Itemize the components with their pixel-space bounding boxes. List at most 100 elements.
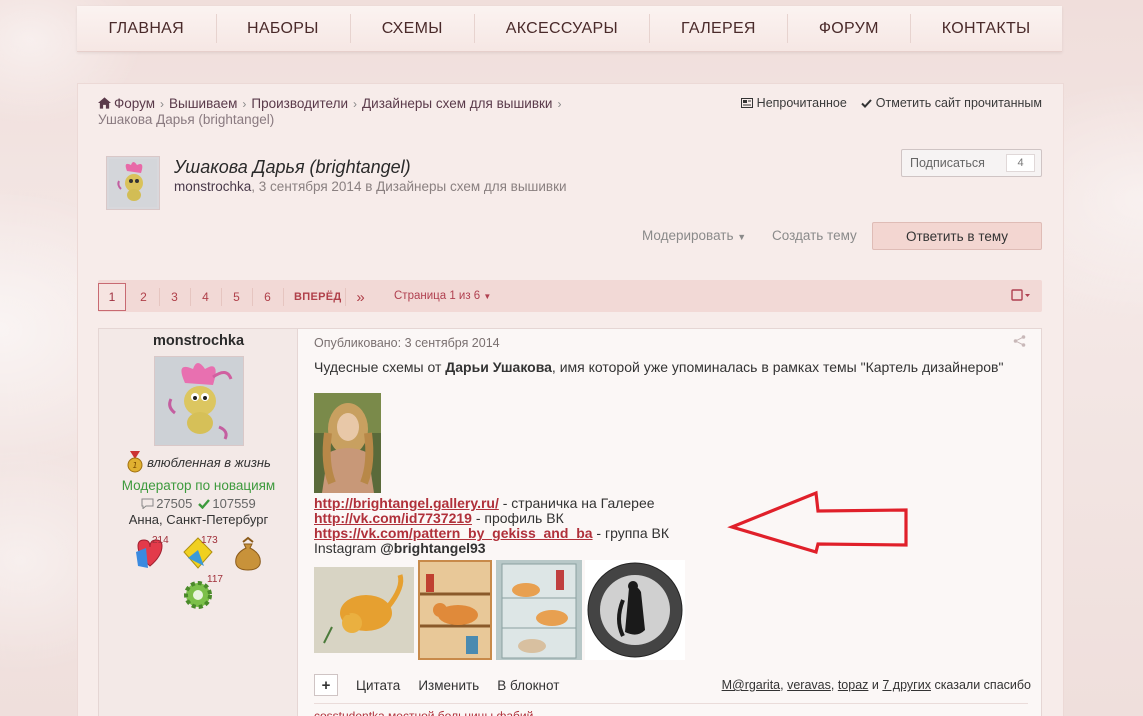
thanks-and: и	[871, 678, 879, 692]
designer-name: Дарьи Ушакова	[445, 359, 552, 375]
next-post-preview: cosstudentka местной больницы фабий	[314, 709, 534, 716]
user-stats: 27505 107559	[99, 496, 298, 511]
topic-meta: monstrochka, 3 сентября 2014 в Дизайнеры…	[174, 179, 567, 194]
caret-down-icon: ▼	[737, 232, 747, 242]
nav-item-schemes[interactable]: СХЕМЫ	[350, 6, 474, 51]
breadcrumb-designers[interactable]: Дизайнеры схем для вышивки	[362, 96, 552, 111]
page-jump-dropdown[interactable]: Страница 1 из 6 ▼	[394, 290, 491, 302]
page-info-label: Страница 1 из 6	[394, 290, 481, 302]
posts-stat: 27505	[141, 496, 192, 511]
home-icon	[98, 97, 111, 109]
mark-read-label: Отметить сайт прочитанным	[875, 96, 1042, 110]
money-bag-award-icon[interactable]	[230, 536, 266, 572]
subscribe-count: 4	[1006, 154, 1035, 172]
vk-group-link-desc: - группа ВК	[592, 525, 670, 541]
unread-link[interactable]: Непрочитанное	[740, 96, 847, 110]
last-page-button[interactable]: »	[347, 283, 374, 311]
gallery-link[interactable]: http://brightangel.gallery.ru/	[314, 495, 499, 511]
pattern-thumbnail-cats-shelves[interactable]	[418, 560, 492, 660]
unread-label: Непрочитанное	[756, 96, 847, 110]
page-separator	[190, 288, 191, 306]
reply-button[interactable]: Ответить в тему	[872, 222, 1042, 250]
thanks-user-link[interactable]: M@rgarita	[722, 678, 781, 692]
post-actions: + Цитата Изменить В блокнот	[314, 674, 559, 696]
breadcrumb-manufacturers[interactable]: Производители	[251, 96, 348, 111]
heart-award-count: 214	[152, 535, 169, 546]
page-separator	[283, 288, 284, 306]
share-icon[interactable]	[1013, 335, 1026, 351]
multi-select-button[interactable]	[1004, 284, 1038, 306]
subscribe-label: Подписаться	[910, 156, 985, 170]
nav-item-home[interactable]: ГЛАВНАЯ	[77, 6, 216, 51]
nav-item-forum[interactable]: ФОРУМ	[787, 6, 910, 51]
red-arrow-icon	[727, 490, 908, 554]
vk-profile-link[interactable]: http://vk.com/id7737219	[314, 510, 472, 526]
gear-award-count: 117	[207, 574, 223, 585]
moderate-dropdown[interactable]: Модерировать ▼	[642, 228, 746, 243]
instagram-handle: @brightangel93	[380, 540, 486, 556]
diamond-award-count: 173	[201, 535, 218, 546]
thanks-others-link[interactable]: 7 других	[882, 678, 931, 692]
rank-label: влюбленная в жизнь	[147, 454, 271, 470]
edit-button[interactable]: Изменить	[418, 678, 479, 693]
thanks-user-link[interactable]: veravas	[787, 678, 831, 692]
nav-item-contacts[interactable]: КОНТАКТЫ	[910, 6, 1062, 51]
topic-title: Ушакова Дарья (brightangel)	[174, 157, 411, 177]
chevron-right-icon: ›	[557, 97, 562, 111]
instagram-label: Instagram	[314, 540, 381, 556]
chevron-right-icon: ›	[353, 97, 358, 111]
newspaper-icon	[740, 98, 753, 108]
page-separator	[221, 288, 222, 306]
post-author-name[interactable]: monstrochka	[99, 333, 298, 349]
post-author-avatar[interactable]	[154, 356, 244, 446]
topic-author-link[interactable]: monstrochka	[174, 179, 251, 194]
gallery-link-desc: - страничка на Галерее	[498, 495, 655, 511]
page-2[interactable]: 2	[130, 283, 157, 311]
link-line-vk-profile: http://vk.com/id7737219 - профиль ВК	[314, 511, 734, 526]
instagram-line: Instagram @brightangel93	[314, 541, 734, 556]
likes-stat: 107559	[198, 496, 256, 511]
check-icon	[198, 498, 211, 509]
page-4[interactable]: 4	[192, 283, 219, 311]
medal-icon: 1	[127, 451, 143, 473]
breadcrumb-embroidery[interactable]: Вышиваем	[169, 96, 237, 111]
user-rank: 1 влюбленная в жизнь	[99, 451, 298, 473]
pattern-thumbnail-cat-yellow[interactable]	[314, 567, 414, 653]
caret-down-icon: ▼	[483, 292, 492, 301]
vk-group-link[interactable]: https://vk.com/pattern_by_gekiss_and_ba	[314, 525, 593, 541]
user-role: Модератор по новациям	[121, 478, 276, 493]
check-icon	[861, 98, 872, 108]
next-page-button[interactable]: ВПЕРЁД	[286, 283, 350, 311]
page-3[interactable]: 3	[161, 283, 188, 311]
subscribe-button[interactable]: Подписаться 4	[901, 149, 1042, 177]
page-separator	[345, 288, 346, 306]
page-5[interactable]: 5	[223, 283, 250, 311]
quote-button[interactable]: Цитата	[356, 678, 400, 693]
page-6[interactable]: 6	[254, 283, 281, 311]
link-line-vk-group: https://vk.com/pattern_by_gekiss_and_ba …	[314, 526, 734, 541]
thanks-user-link[interactable]: topaz	[838, 678, 869, 692]
nav-item-gallery[interactable]: ГАЛЕРЕЯ	[649, 6, 787, 51]
topic-author-avatar[interactable]	[106, 156, 160, 210]
breadcrumb-forum[interactable]: Форум	[114, 96, 155, 111]
link-line-gallery: http://brightangel.gallery.ru/ - странич…	[314, 496, 734, 511]
checkbox-icon	[1011, 289, 1030, 301]
mark-read-link[interactable]: Отметить сайт прочитанным	[861, 96, 1042, 110]
designer-photo	[314, 393, 381, 493]
chevron-right-icon: ›	[160, 97, 165, 111]
notebook-button[interactable]: В блокнот	[497, 678, 559, 693]
top-actions: Непрочитанное Отметить сайт прочитанным	[740, 96, 1042, 110]
post-date: Опубликовано: 3 сентября 2014	[314, 336, 500, 350]
create-topic-link[interactable]: Создать тему	[772, 228, 857, 243]
breadcrumb-current: Ушакова Дарья (brightangel)	[98, 112, 275, 127]
thanks-line: M@rgarita, veravas, topaz и 7 других ска…	[721, 678, 1031, 692]
page-separator	[252, 288, 253, 306]
multiquote-button[interactable]: +	[314, 674, 338, 696]
nav-item-accessories[interactable]: АКСЕССУАРЫ	[474, 6, 649, 51]
pattern-thumbnail-wedding-couple[interactable]	[585, 560, 685, 660]
main-nav: ГЛАВНАЯ НАБОРЫ СХЕМЫ АКСЕССУАРЫ ГАЛЕРЕЯ …	[77, 6, 1062, 52]
nav-item-kits[interactable]: НАБОРЫ	[215, 6, 351, 51]
thanks-suffix: сказали спасибо	[934, 678, 1031, 692]
page-1[interactable]: 1	[98, 283, 126, 311]
pattern-thumbnail-fridge-cats[interactable]	[496, 560, 582, 660]
